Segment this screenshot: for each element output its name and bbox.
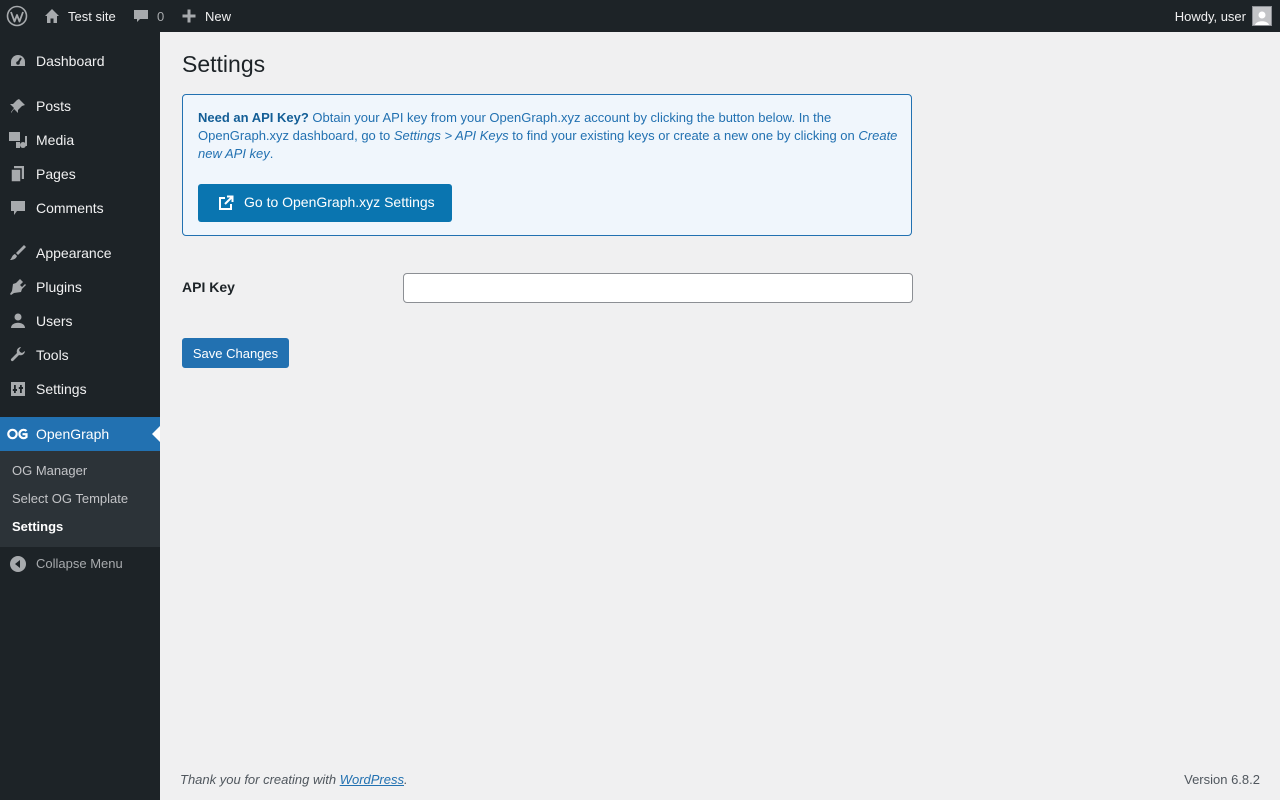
user-icon: [8, 311, 28, 331]
api-key-label: API Key: [182, 279, 235, 295]
greeting: Howdy, user: [1174, 8, 1246, 24]
collapse-arrow-icon: [10, 556, 26, 575]
sidebar-item-plugins[interactable]: Plugins: [0, 270, 160, 304]
opengraph-submenu: OG Manager Select OG Template Settings: [0, 451, 160, 547]
og-logo-icon: [7, 424, 29, 444]
sidebar-item-label: Users: [36, 313, 73, 329]
comment-bubble-icon: [133, 8, 149, 24]
page-title: Settings: [182, 51, 266, 77]
admin-sidebar: Dashboard Posts Media Pages Comments App…: [0, 32, 160, 800]
sidebar-item-label: OpenGraph: [36, 426, 110, 442]
sidebar-item-media[interactable]: Media: [0, 123, 160, 157]
pin-icon: [8, 96, 28, 116]
wordpress-link[interactable]: WordPress: [340, 772, 404, 787]
collapse-menu-label: Collapse Menu: [36, 556, 123, 571]
external-link-icon: [218, 195, 234, 211]
comments-count: 0: [157, 8, 165, 24]
plus-icon: [181, 8, 197, 24]
brush-icon: [8, 243, 28, 263]
button-label: Go to OpenGraph.xyz Settings: [244, 194, 435, 210]
collapse-menu-button[interactable]: Collapse Menu: [0, 548, 160, 578]
sidebar-item-label: Tools: [36, 347, 69, 363]
submenu-item-settings[interactable]: Settings: [12, 519, 63, 534]
submenu-item-og-manager[interactable]: OG Manager: [12, 463, 87, 478]
footer-thanks-suffix: .: [404, 772, 408, 787]
sidebar-item-users[interactable]: Users: [0, 304, 160, 338]
current-menu-arrow: [152, 426, 160, 442]
sidebar-item-dashboard[interactable]: Dashboard: [0, 44, 160, 78]
site-name: Test site: [68, 8, 116, 24]
footer-thanks: Thank you for creating with WordPress.: [180, 772, 408, 787]
sidebar-item-comments[interactable]: Comments: [0, 191, 160, 225]
sidebar-item-label: Plugins: [36, 279, 82, 295]
sidebar-item-label: Settings: [36, 381, 87, 397]
site-name-link[interactable]: Test site: [43, 0, 116, 32]
wrench-icon: [8, 345, 28, 365]
notice-text-part: .: [269, 146, 274, 161]
dashboard-icon: [8, 51, 28, 71]
api-key-notice: Need an API Key? Obtain your API key fro…: [182, 94, 912, 236]
notice-text: Need an API Key? Obtain your API key fro…: [198, 109, 902, 163]
sidebar-item-label: Pages: [36, 166, 76, 182]
media-icon: [8, 130, 28, 150]
sidebar-item-appearance[interactable]: Appearance: [0, 236, 160, 270]
sidebar-item-posts[interactable]: Posts: [0, 89, 160, 123]
sidebar-item-label: Dashboard: [36, 53, 105, 69]
pages-icon: [8, 164, 28, 184]
go-to-opengraph-settings-button[interactable]: Go to OpenGraph.xyz Settings: [198, 184, 452, 222]
my-account-link[interactable]: Howdy, user: [1175, 0, 1272, 32]
admin-bar: Test site 0 New Howdy, user: [0, 0, 1280, 32]
footer-thanks-text: Thank you for creating with: [180, 772, 340, 787]
sidebar-item-settings[interactable]: Settings: [0, 372, 160, 406]
sidebar-item-opengraph[interactable]: OpenGraph: [0, 417, 160, 451]
comment-icon: [8, 198, 28, 218]
sidebar-item-label: Media: [36, 132, 75, 148]
settings-icon: [8, 379, 28, 399]
plugin-icon: [8, 277, 28, 297]
notice-heading: Need an API Key?: [198, 110, 309, 125]
notice-text-part: to find your existing keys or create a n…: [508, 128, 859, 143]
api-key-input[interactable]: [403, 273, 913, 303]
comments-link[interactable]: 0: [133, 0, 164, 32]
sidebar-item-label: Posts: [36, 98, 72, 114]
sidebar-item-label: Comments: [36, 200, 104, 216]
new-content-link[interactable]: New: [181, 0, 231, 32]
footer-version: Version 6.8.2: [1184, 772, 1260, 787]
sidebar-item-tools[interactable]: Tools: [0, 338, 160, 372]
home-icon: [43, 7, 61, 25]
avatar: [1252, 6, 1272, 26]
main-content: Settings Need an API Key? Obtain your AP…: [160, 32, 1280, 800]
save-changes-button[interactable]: Save Changes: [182, 338, 289, 368]
notice-settings-path: Settings > API Keys: [393, 128, 509, 143]
sidebar-item-pages[interactable]: Pages: [0, 157, 160, 191]
sidebar-item-label: Appearance: [36, 245, 112, 261]
new-label: New: [205, 8, 232, 24]
wordpress-logo-icon[interactable]: [6, 0, 28, 32]
submenu-item-select-og-template[interactable]: Select OG Template: [12, 491, 128, 506]
